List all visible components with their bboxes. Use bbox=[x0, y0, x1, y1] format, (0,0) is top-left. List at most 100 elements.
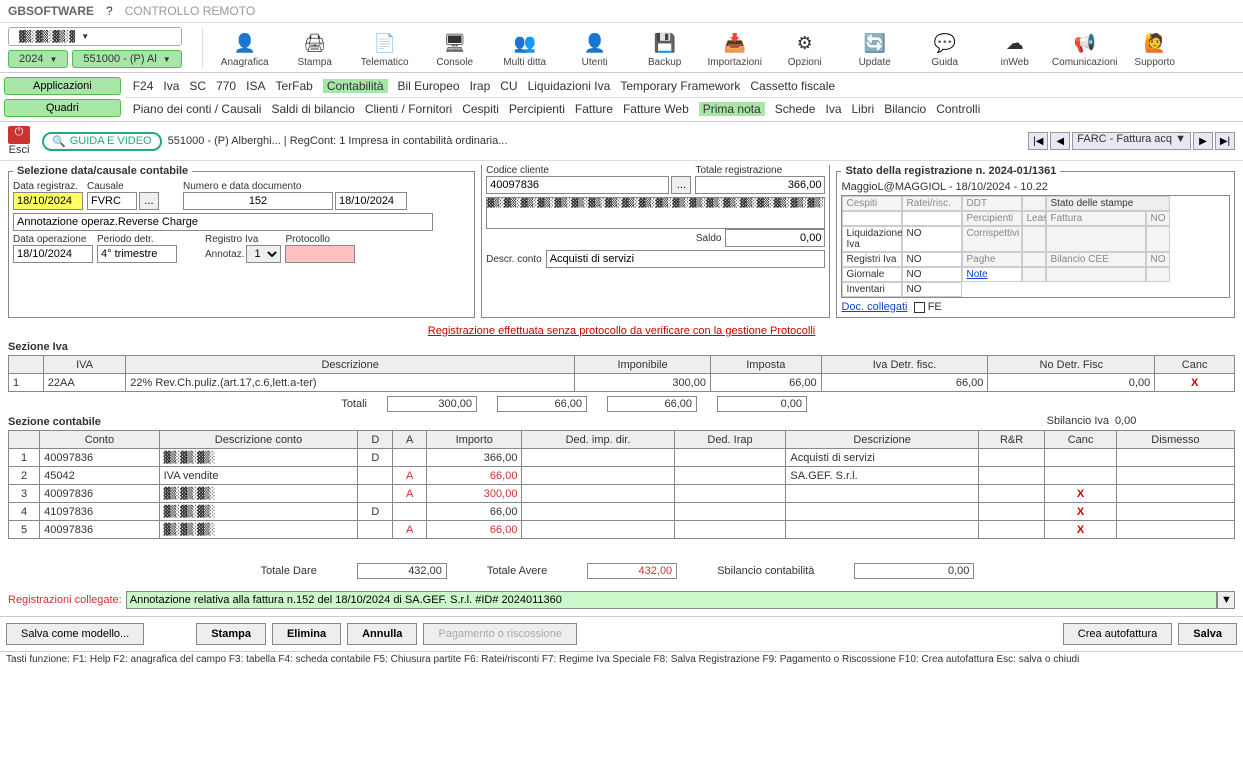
tab-controlli[interactable]: Controlli bbox=[936, 102, 980, 116]
applicazioni-button[interactable]: Applicazioni bbox=[4, 77, 121, 95]
ribbon-console[interactable]: 🖥Console bbox=[421, 31, 489, 68]
tab-isa[interactable]: ISA bbox=[246, 79, 265, 93]
ribbon-update[interactable]: 🔄Update bbox=[841, 31, 909, 68]
tab-clienti-fornitori[interactable]: Clienti / Fornitori bbox=[365, 102, 452, 116]
data-doc-input[interactable] bbox=[335, 192, 407, 210]
tab-iva[interactable]: Iva bbox=[825, 102, 841, 116]
data-op-input[interactable] bbox=[13, 245, 93, 263]
tab-irap[interactable]: Irap bbox=[470, 79, 491, 93]
codice-cliente-input[interactable] bbox=[486, 176, 669, 194]
tab-fatture[interactable]: Fatture bbox=[575, 102, 613, 116]
canc-button[interactable]: X bbox=[1045, 503, 1117, 521]
tab-cu[interactable]: CU bbox=[500, 79, 517, 93]
protocollo-input[interactable] bbox=[285, 245, 355, 263]
iva-cell[interactable]: X bbox=[1155, 374, 1235, 392]
company-selector[interactable]: 551000 - (P) Al▼ bbox=[72, 50, 181, 68]
tab-temporary-framework[interactable]: Temporary Framework bbox=[620, 79, 740, 93]
nav-next-button[interactable]: ▶ bbox=[1193, 132, 1213, 150]
fe-checkbox[interactable] bbox=[914, 302, 925, 313]
telematico-icon: 📄 bbox=[373, 31, 397, 55]
conto-cell[interactable]: 40097836 bbox=[40, 449, 159, 467]
supporto-icon: 🙋 bbox=[1143, 31, 1167, 55]
tab-piano-dei-conti-causali[interactable]: Piano dei conti / Causali bbox=[133, 102, 262, 116]
ribbon-utenti[interactable]: 👤Utenti bbox=[561, 31, 629, 68]
stampa-button[interactable]: Stampa bbox=[196, 623, 266, 645]
annotaz-select[interactable]: 1 bbox=[246, 245, 281, 263]
protocollo-warning[interactable]: Registrazione effettuata senza protocoll… bbox=[428, 325, 815, 337]
comunicazioni-icon: 📢 bbox=[1073, 31, 1097, 55]
ribbon-comunicazioni[interactable]: 📢Comunicazioni bbox=[1051, 31, 1119, 68]
chevron-down-icon: ▼ bbox=[163, 55, 171, 64]
tab-bil-europeo[interactable]: Bil Europeo bbox=[398, 79, 460, 93]
ribbon-supporto[interactable]: 🙋Supporto bbox=[1121, 31, 1189, 68]
tab-terfab[interactable]: TerFab bbox=[275, 79, 312, 93]
totale-avere: 432,00 bbox=[587, 563, 677, 579]
ribbon-stampa[interactable]: 🖨Stampa bbox=[281, 31, 349, 68]
utenti-icon: 👤 bbox=[583, 31, 607, 55]
conto-cell[interactable]: 40097836 bbox=[40, 521, 159, 539]
elimina-button[interactable]: Elimina bbox=[272, 623, 341, 645]
annotazione-input[interactable] bbox=[13, 213, 433, 231]
stampa-icon: 🖨 bbox=[303, 31, 327, 55]
tab-770[interactable]: 770 bbox=[216, 79, 236, 93]
user-info: MaggioL@MAGGIOL - 18/10/2024 - 10.22 bbox=[841, 181, 1230, 193]
reg-collegate-select[interactable] bbox=[126, 591, 1217, 609]
tab-saldi-di-bilancio[interactable]: Saldi di bilancio bbox=[271, 102, 354, 116]
tab-cassetto-fiscale[interactable]: Cassetto fiscale bbox=[750, 79, 835, 93]
totale-reg-input[interactable] bbox=[695, 176, 825, 194]
ribbon-importazioni[interactable]: 📥Importazioni bbox=[701, 31, 769, 68]
tab-fatture-web[interactable]: Fatture Web bbox=[623, 102, 689, 116]
canc-button[interactable]: X bbox=[1045, 521, 1117, 539]
annulla-button[interactable]: Annulla bbox=[347, 623, 417, 645]
periodo-detr-input[interactable] bbox=[97, 245, 177, 263]
conto-cell[interactable]: 41097836 bbox=[40, 503, 159, 521]
numero-doc-input[interactable] bbox=[183, 192, 333, 210]
data-registraz-input[interactable] bbox=[13, 192, 83, 210]
dossier-selector[interactable]: ▓▒░▓▒░▓▒░▓▼ bbox=[8, 27, 182, 46]
cliente-lookup-button[interactable]: ... bbox=[671, 176, 691, 194]
year-selector[interactable]: 2024▼ bbox=[8, 50, 68, 68]
salva-modello-button[interactable]: Salva come modello... bbox=[6, 623, 144, 645]
note-link[interactable]: Note bbox=[962, 267, 1022, 282]
ribbon-multi ditta[interactable]: 👥Multi ditta bbox=[491, 31, 559, 68]
ribbon-inweb[interactable]: ☁inWeb bbox=[981, 31, 1049, 68]
tab-schede[interactable]: Schede bbox=[775, 102, 816, 116]
tab-cespiti[interactable]: Cespiti bbox=[462, 102, 499, 116]
ribbon-telematico[interactable]: 📄Telematico bbox=[351, 31, 419, 68]
iva-cell: 0,00 bbox=[988, 374, 1155, 392]
conto-cell[interactable]: 45042 bbox=[40, 467, 159, 485]
nav-first-button[interactable]: |◀ bbox=[1028, 132, 1048, 150]
causale-input[interactable] bbox=[87, 192, 137, 210]
tab-iva[interactable]: Iva bbox=[163, 79, 179, 93]
tab-bilancio[interactable]: Bilancio bbox=[884, 102, 926, 116]
help-menu[interactable]: ? bbox=[106, 4, 113, 18]
nav-last-button[interactable]: ▶| bbox=[1215, 132, 1235, 150]
reg-collegate-dropdown[interactable]: ▼ bbox=[1217, 591, 1235, 609]
tab-percipienti[interactable]: Percipienti bbox=[509, 102, 565, 116]
tab-contabilit-[interactable]: Contabilità bbox=[323, 79, 388, 93]
crea-autofattura-button[interactable]: Crea autofattura bbox=[1063, 623, 1173, 645]
tab-liquidazioni-iva[interactable]: Liquidazioni Iva bbox=[528, 79, 611, 93]
importazioni-icon: 📥 bbox=[723, 31, 747, 55]
exit-icon[interactable]: ⏻ bbox=[8, 126, 30, 144]
ribbon-anagrafica[interactable]: 👤Anagrafica bbox=[211, 31, 279, 68]
tab-sc[interactable]: SC bbox=[189, 79, 206, 93]
guida-video-button[interactable]: 🔍GUIDA E VIDEO bbox=[42, 132, 162, 151]
nav-type-selector[interactable]: FARC - Fattura acq ▼ bbox=[1072, 132, 1191, 150]
doc-collegati-link[interactable]: Doc. collegati bbox=[841, 301, 907, 313]
ribbon-opzioni[interactable]: ⚙Opzioni bbox=[771, 31, 839, 68]
conto-cell[interactable]: 40097836 bbox=[40, 485, 159, 503]
tab-prima-nota[interactable]: Prima nota bbox=[699, 102, 765, 116]
salva-button[interactable]: Salva bbox=[1178, 623, 1237, 645]
tab-libri[interactable]: Libri bbox=[852, 102, 875, 116]
remote-menu[interactable]: CONTROLLO REMOTO bbox=[125, 4, 255, 18]
tab-f24[interactable]: F24 bbox=[133, 79, 154, 93]
descr-conto-input[interactable] bbox=[546, 250, 826, 268]
ribbon-guida[interactable]: 💬Guida bbox=[911, 31, 979, 68]
cliente-fieldset: Codice cliente ... Totale registrazione … bbox=[481, 165, 830, 318]
canc-button[interactable]: X bbox=[1045, 485, 1117, 503]
quadri-button[interactable]: Quadri bbox=[4, 99, 121, 117]
ribbon-backup[interactable]: 💾Backup bbox=[631, 31, 699, 68]
nav-prev-button[interactable]: ◀ bbox=[1050, 132, 1070, 150]
causale-lookup-button[interactable]: ... bbox=[139, 192, 159, 210]
